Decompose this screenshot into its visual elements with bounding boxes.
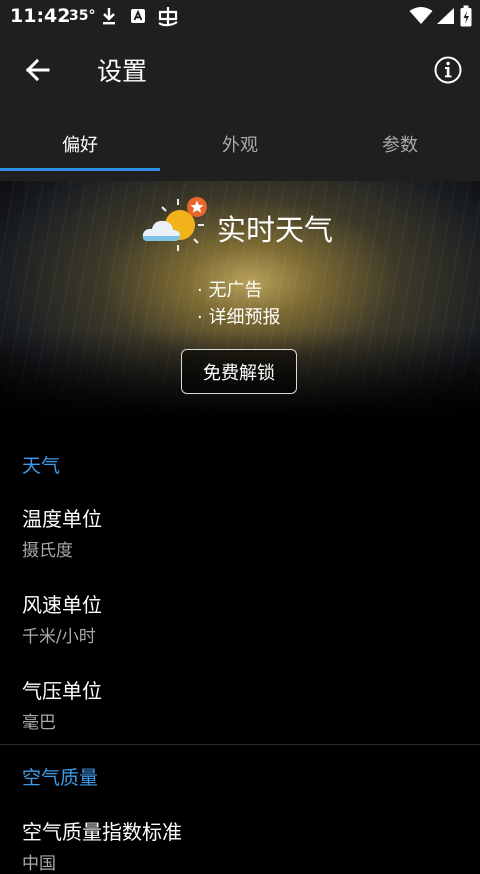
weather-logo-icon <box>142 197 207 251</box>
status-time: 11:42 <box>10 5 71 27</box>
tab-preferences[interactable]: 偏好 <box>0 106 160 181</box>
pref-title: 空气质量指数标准 <box>22 820 182 844</box>
section-header-air-quality: 空气质量 <box>22 767 99 789</box>
app-bar: 设置 <box>0 34 480 106</box>
section-divider <box>0 744 480 745</box>
unlock-free-button[interactable]: 免费解锁 <box>181 349 297 394</box>
text-icon <box>131 9 145 23</box>
pref-title: 风速单位 <box>22 593 102 617</box>
status-bar: 11:42 35° <box>0 0 480 34</box>
app-icon <box>158 7 178 27</box>
pref-summary: 毫巴 <box>22 713 56 733</box>
page-title: 设置 <box>97 57 148 86</box>
pref-title: 气压单位 <box>22 679 102 703</box>
pref-summary: 千米/小时 <box>22 627 96 647</box>
wifi-icon <box>409 7 433 24</box>
tab-bar: 偏好 外观 参数 <box>0 106 480 181</box>
back-arrow-icon[interactable] <box>22 54 54 86</box>
promo-feature: 详细预报 <box>197 304 280 331</box>
tab-appearance[interactable]: 外观 <box>160 106 320 181</box>
battery-icon <box>460 5 472 27</box>
promo-features: 无广告 详细预报 <box>197 277 280 331</box>
pref-title: 温度单位 <box>22 507 102 531</box>
promo-title: 实时天气 <box>217 213 334 247</box>
pref-pressure-unit[interactable]: 气压单位 毫巴 <box>22 675 102 733</box>
pref-aqi-standard[interactable]: 空气质量指数标准 中国 <box>22 816 182 874</box>
promo-banner: 实时天气 无广告 详细预报 免费解锁 <box>0 181 480 420</box>
download-icon <box>103 8 115 25</box>
info-icon[interactable] <box>432 54 464 86</box>
section-header-weather: 天气 <box>22 455 61 477</box>
pref-temperature-unit[interactable]: 温度单位 摄氏度 <box>22 503 102 561</box>
promo-feature: 无广告 <box>197 277 280 304</box>
signal-icon <box>437 8 454 24</box>
pref-summary: 摄氏度 <box>22 541 73 561</box>
status-temperature: 35° <box>69 8 96 24</box>
tab-parameters[interactable]: 参数 <box>320 106 480 181</box>
pref-wind-speed-unit[interactable]: 风速单位 千米/小时 <box>22 589 102 647</box>
